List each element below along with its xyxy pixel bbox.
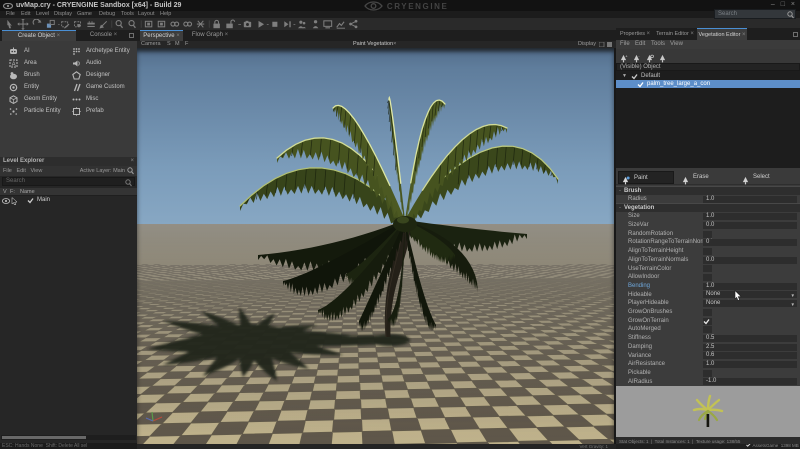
svg-text:-: - (638, 55, 640, 59)
svg-text:+: + (625, 55, 627, 59)
svg-text:A: A (12, 62, 16, 68)
